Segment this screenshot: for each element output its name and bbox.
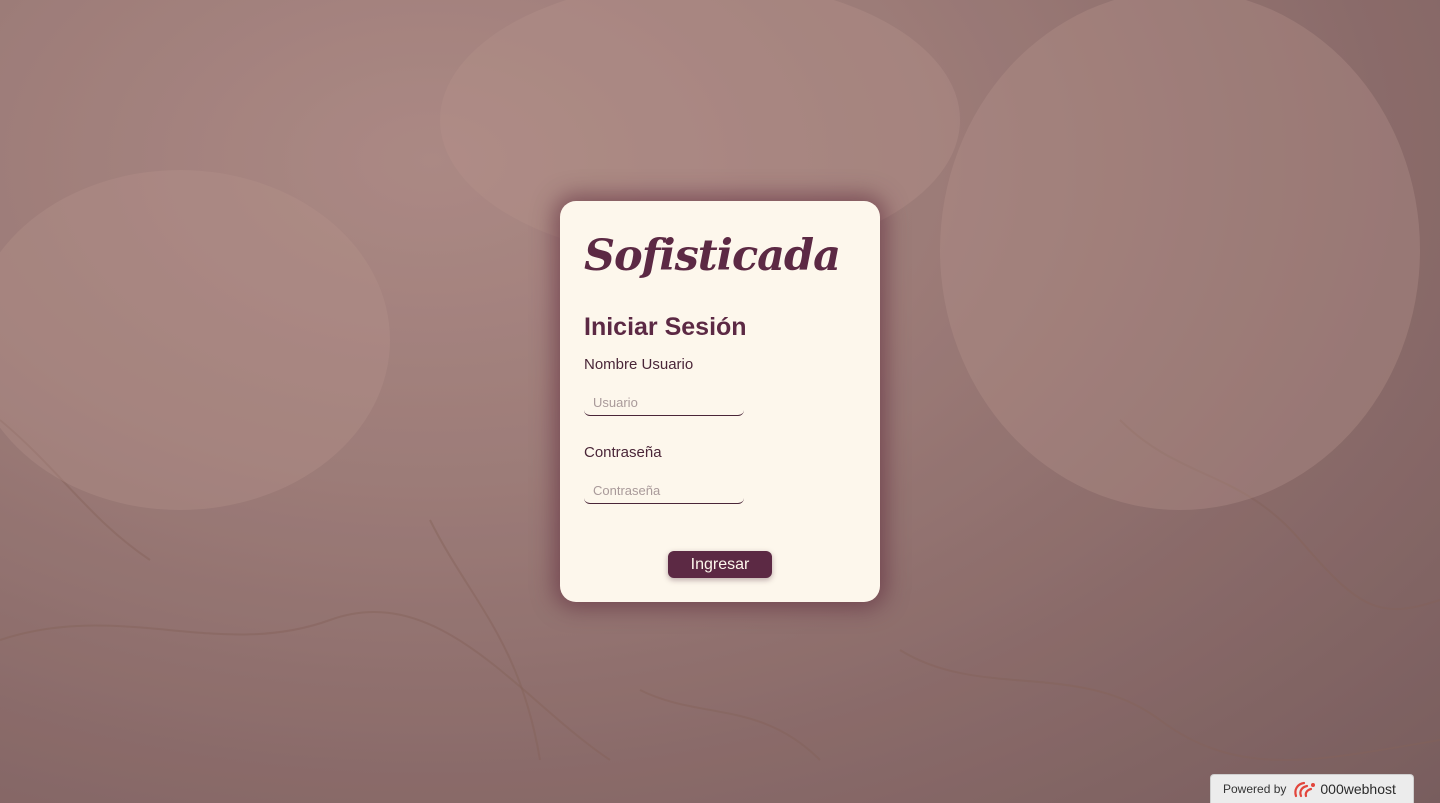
login-heading: Iniciar Sesión <box>584 313 747 341</box>
password-label: Contraseña <box>584 444 662 461</box>
brand-logo-text: Sofisticada <box>584 231 841 281</box>
username-input[interactable] <box>584 390 744 416</box>
username-label: Nombre Usuario <box>584 356 694 373</box>
login-card: Sofisticada Iniciar Sesión Nombre Usuari… <box>560 201 880 602</box>
powered-by-text: Powered by <box>1223 782 1287 796</box>
powered-by-badge[interactable]: Powered by 000webhost <box>1210 774 1414 803</box>
password-input[interactable] <box>584 478 744 504</box>
login-submit-button[interactable]: Ingresar <box>668 551 772 578</box>
host-name-text: 000webhost <box>1320 781 1396 797</box>
000webhost-logo-icon <box>1294 781 1316 798</box>
